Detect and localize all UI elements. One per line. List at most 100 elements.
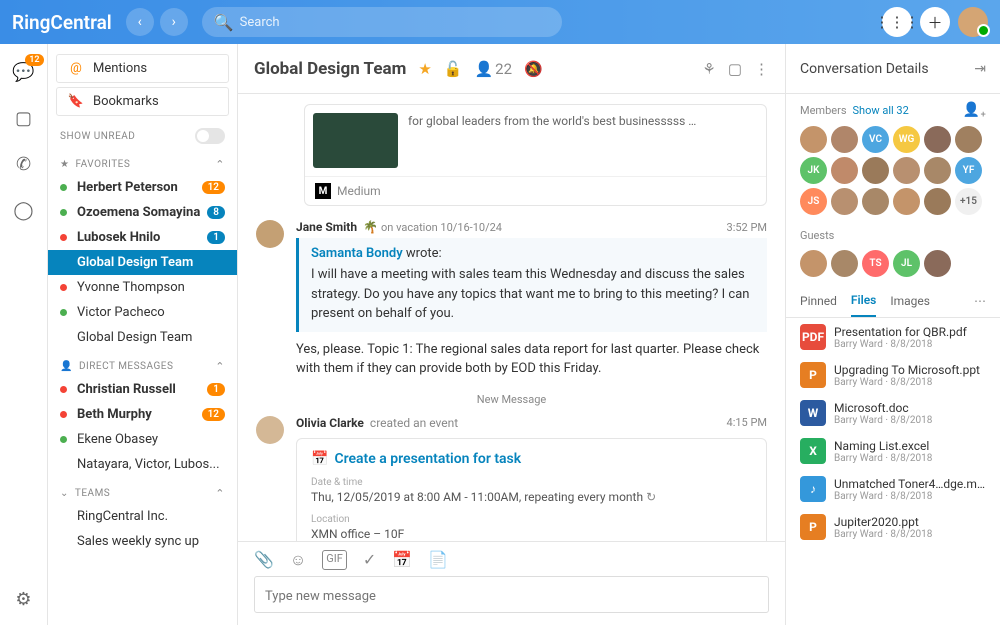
add-member-icon[interactable]: 👤₊ (963, 102, 986, 118)
task-icon[interactable]: ✓ (363, 550, 376, 570)
section-direct[interactable]: 👤DIRECT MESSAGES⌃ (48, 350, 237, 377)
member-avatar[interactable] (831, 157, 858, 184)
member-avatar[interactable]: TS (862, 250, 889, 277)
nav-settings-icon[interactable]: ⚙ (12, 587, 36, 611)
link-snippet: for global leaders from the world's best… (408, 113, 696, 168)
chat-header: Global Design Team ★ 🔓 👤22 🔕 ⚘ ▢ ⋮ (238, 44, 785, 94)
conversation-item[interactable]: Global Design Team (48, 250, 237, 275)
member-avatar[interactable] (955, 126, 982, 153)
dialpad-button[interactable]: ⋮⋮⋮ (882, 7, 912, 37)
sidebar: @Mentions 🔖Bookmarks SHOW UNREAD ★FAVORI… (48, 44, 238, 625)
file-item[interactable]: ♪Unmatched Toner4…dge.mp4Barry Ward · 8/… (786, 470, 1000, 508)
nav-back-button[interactable]: ‹ (126, 8, 154, 36)
member-avatar[interactable]: YF (955, 157, 982, 184)
conversation-item[interactable]: Christian Russell1 (48, 377, 237, 402)
note-icon[interactable]: 📄 (428, 550, 448, 570)
member-avatar[interactable] (800, 250, 827, 277)
gif-icon[interactable]: GIF (322, 550, 347, 570)
message-avatar[interactable] (256, 416, 284, 444)
event-icon[interactable]: 📅 (392, 550, 412, 570)
file-item[interactable]: PDFPresentation for QBR.pdfBarry Ward · … (786, 318, 1000, 356)
tab-files[interactable]: Files (851, 285, 876, 317)
search-box[interactable]: 🔍 (202, 7, 562, 37)
show-unread-toggle[interactable] (195, 128, 225, 144)
section-teams[interactable]: ⌄TEAMS⌃ (48, 477, 237, 504)
conversation-item[interactable]: Sales weekly sync up (48, 529, 237, 554)
message-avatar[interactable] (256, 220, 284, 248)
member-avatar[interactable] (862, 157, 889, 184)
nav-mentions[interactable]: @Mentions (56, 54, 229, 83)
conversation-item[interactable]: Herbert Peterson12 (48, 175, 237, 200)
member-avatar[interactable]: JK (800, 157, 827, 184)
nav-bookmarks[interactable]: 🔖Bookmarks (56, 87, 229, 116)
file-type-icon: PDF (800, 324, 826, 350)
member-avatar[interactable] (831, 126, 858, 153)
more-icon[interactable]: ⋮ (754, 60, 769, 78)
link-preview-card[interactable]: for global leaders from the world's best… (304, 104, 767, 206)
member-avatar[interactable]: JL (893, 250, 920, 277)
tabs-more-icon[interactable]: ⋯ (974, 294, 986, 308)
conversation-item[interactable]: Lubosek Hnilo1 (48, 225, 237, 250)
file-item[interactable]: XNaming List.excelBarry Ward · 8/8/2018 (786, 432, 1000, 470)
member-avatar[interactable] (831, 250, 858, 277)
conversation-item[interactable]: Natayara, Victor, Lubos... (48, 452, 237, 477)
member-avatar[interactable] (924, 188, 951, 215)
chevron-up-icon[interactable]: ⌃ (215, 360, 225, 373)
new-message-divider: New Message (256, 393, 767, 406)
file-item[interactable]: PUpgrading To Microsoft.pptBarry Ward · … (786, 356, 1000, 394)
chat-title: Global Design Team (254, 59, 406, 79)
conversation-item[interactable]: RingCentral Inc. (48, 504, 237, 529)
nav-forward-button[interactable]: › (160, 8, 188, 36)
show-all-link[interactable]: Show all 32 (853, 104, 909, 117)
video-call-icon[interactable]: ▢ (728, 60, 742, 78)
chevron-up-icon[interactable]: ⌃ (215, 487, 225, 500)
message-list: for global leaders from the world's best… (238, 94, 785, 541)
member-avatar[interactable] (893, 157, 920, 184)
conversation-item[interactable]: Ozoemena Somayina8 (48, 200, 237, 225)
lock-icon[interactable]: 🔓 (444, 60, 463, 78)
member-avatar[interactable] (924, 250, 951, 277)
nav-video-icon[interactable]: ▢ (12, 106, 36, 130)
more-members[interactable]: +15 (955, 188, 982, 215)
nav-contacts-icon[interactable]: ◯ (12, 198, 36, 222)
file-item[interactable]: WMicrosoft.docBarry Ward · 8/8/2018 (786, 394, 1000, 432)
member-avatar[interactable]: JS (800, 188, 827, 215)
favorite-star-icon[interactable]: ★ (418, 60, 431, 78)
chevron-up-icon[interactable]: ⌃ (215, 158, 225, 171)
section-favorites[interactable]: ★FAVORITES⌃ (48, 148, 237, 175)
members-count[interactable]: 👤22 (474, 60, 512, 78)
close-panel-icon[interactable]: ⇥ (974, 61, 986, 77)
conversation-item[interactable]: Global Design Team (48, 325, 237, 350)
conversation-item[interactable]: Yvonne Thompson (48, 275, 237, 300)
conversation-item[interactable]: Beth Murphy12 (48, 402, 237, 427)
conversation-item[interactable]: Ekene Obasey (48, 427, 237, 452)
member-avatar[interactable] (800, 126, 827, 153)
nav-phone-icon[interactable]: ✆ (12, 152, 36, 176)
conversation-item[interactable]: Victor Pacheco (48, 300, 237, 325)
profile-avatar[interactable] (958, 7, 988, 37)
member-avatar[interactable]: VC (862, 126, 889, 153)
search-input[interactable] (240, 15, 550, 30)
member-avatar[interactable]: WG (893, 126, 920, 153)
message-input[interactable] (265, 589, 758, 604)
member-avatar[interactable] (924, 157, 951, 184)
member-avatar[interactable] (831, 188, 858, 215)
emoji-icon[interactable]: ☺ (290, 550, 306, 570)
calendar-icon: 📅 (311, 451, 328, 467)
logo: RingCentral (12, 11, 112, 34)
chat-panel: Global Design Team ★ 🔓 👤22 🔕 ⚘ ▢ ⋮ for g… (238, 44, 786, 625)
integrations-icon[interactable]: ⚘ (702, 60, 715, 78)
member-avatar[interactable] (924, 126, 951, 153)
mute-icon[interactable]: 🔕 (524, 60, 543, 78)
member-avatar[interactable] (893, 188, 920, 215)
file-type-icon: W (800, 400, 826, 426)
file-item[interactable]: PJupiter2020.pptBarry Ward · 8/8/2018 (786, 508, 1000, 546)
add-button[interactable]: ＋ (920, 7, 950, 37)
tab-pinned[interactable]: Pinned (800, 286, 837, 316)
event-card[interactable]: 📅Create a presentation for task Date & t… (296, 438, 767, 542)
member-avatar[interactable] (862, 188, 889, 215)
attach-icon[interactable]: 📎 (254, 550, 274, 570)
tab-images[interactable]: Images (890, 286, 930, 316)
file-type-icon: X (800, 438, 826, 464)
nav-messages-icon[interactable]: 💬12 (12, 60, 36, 84)
